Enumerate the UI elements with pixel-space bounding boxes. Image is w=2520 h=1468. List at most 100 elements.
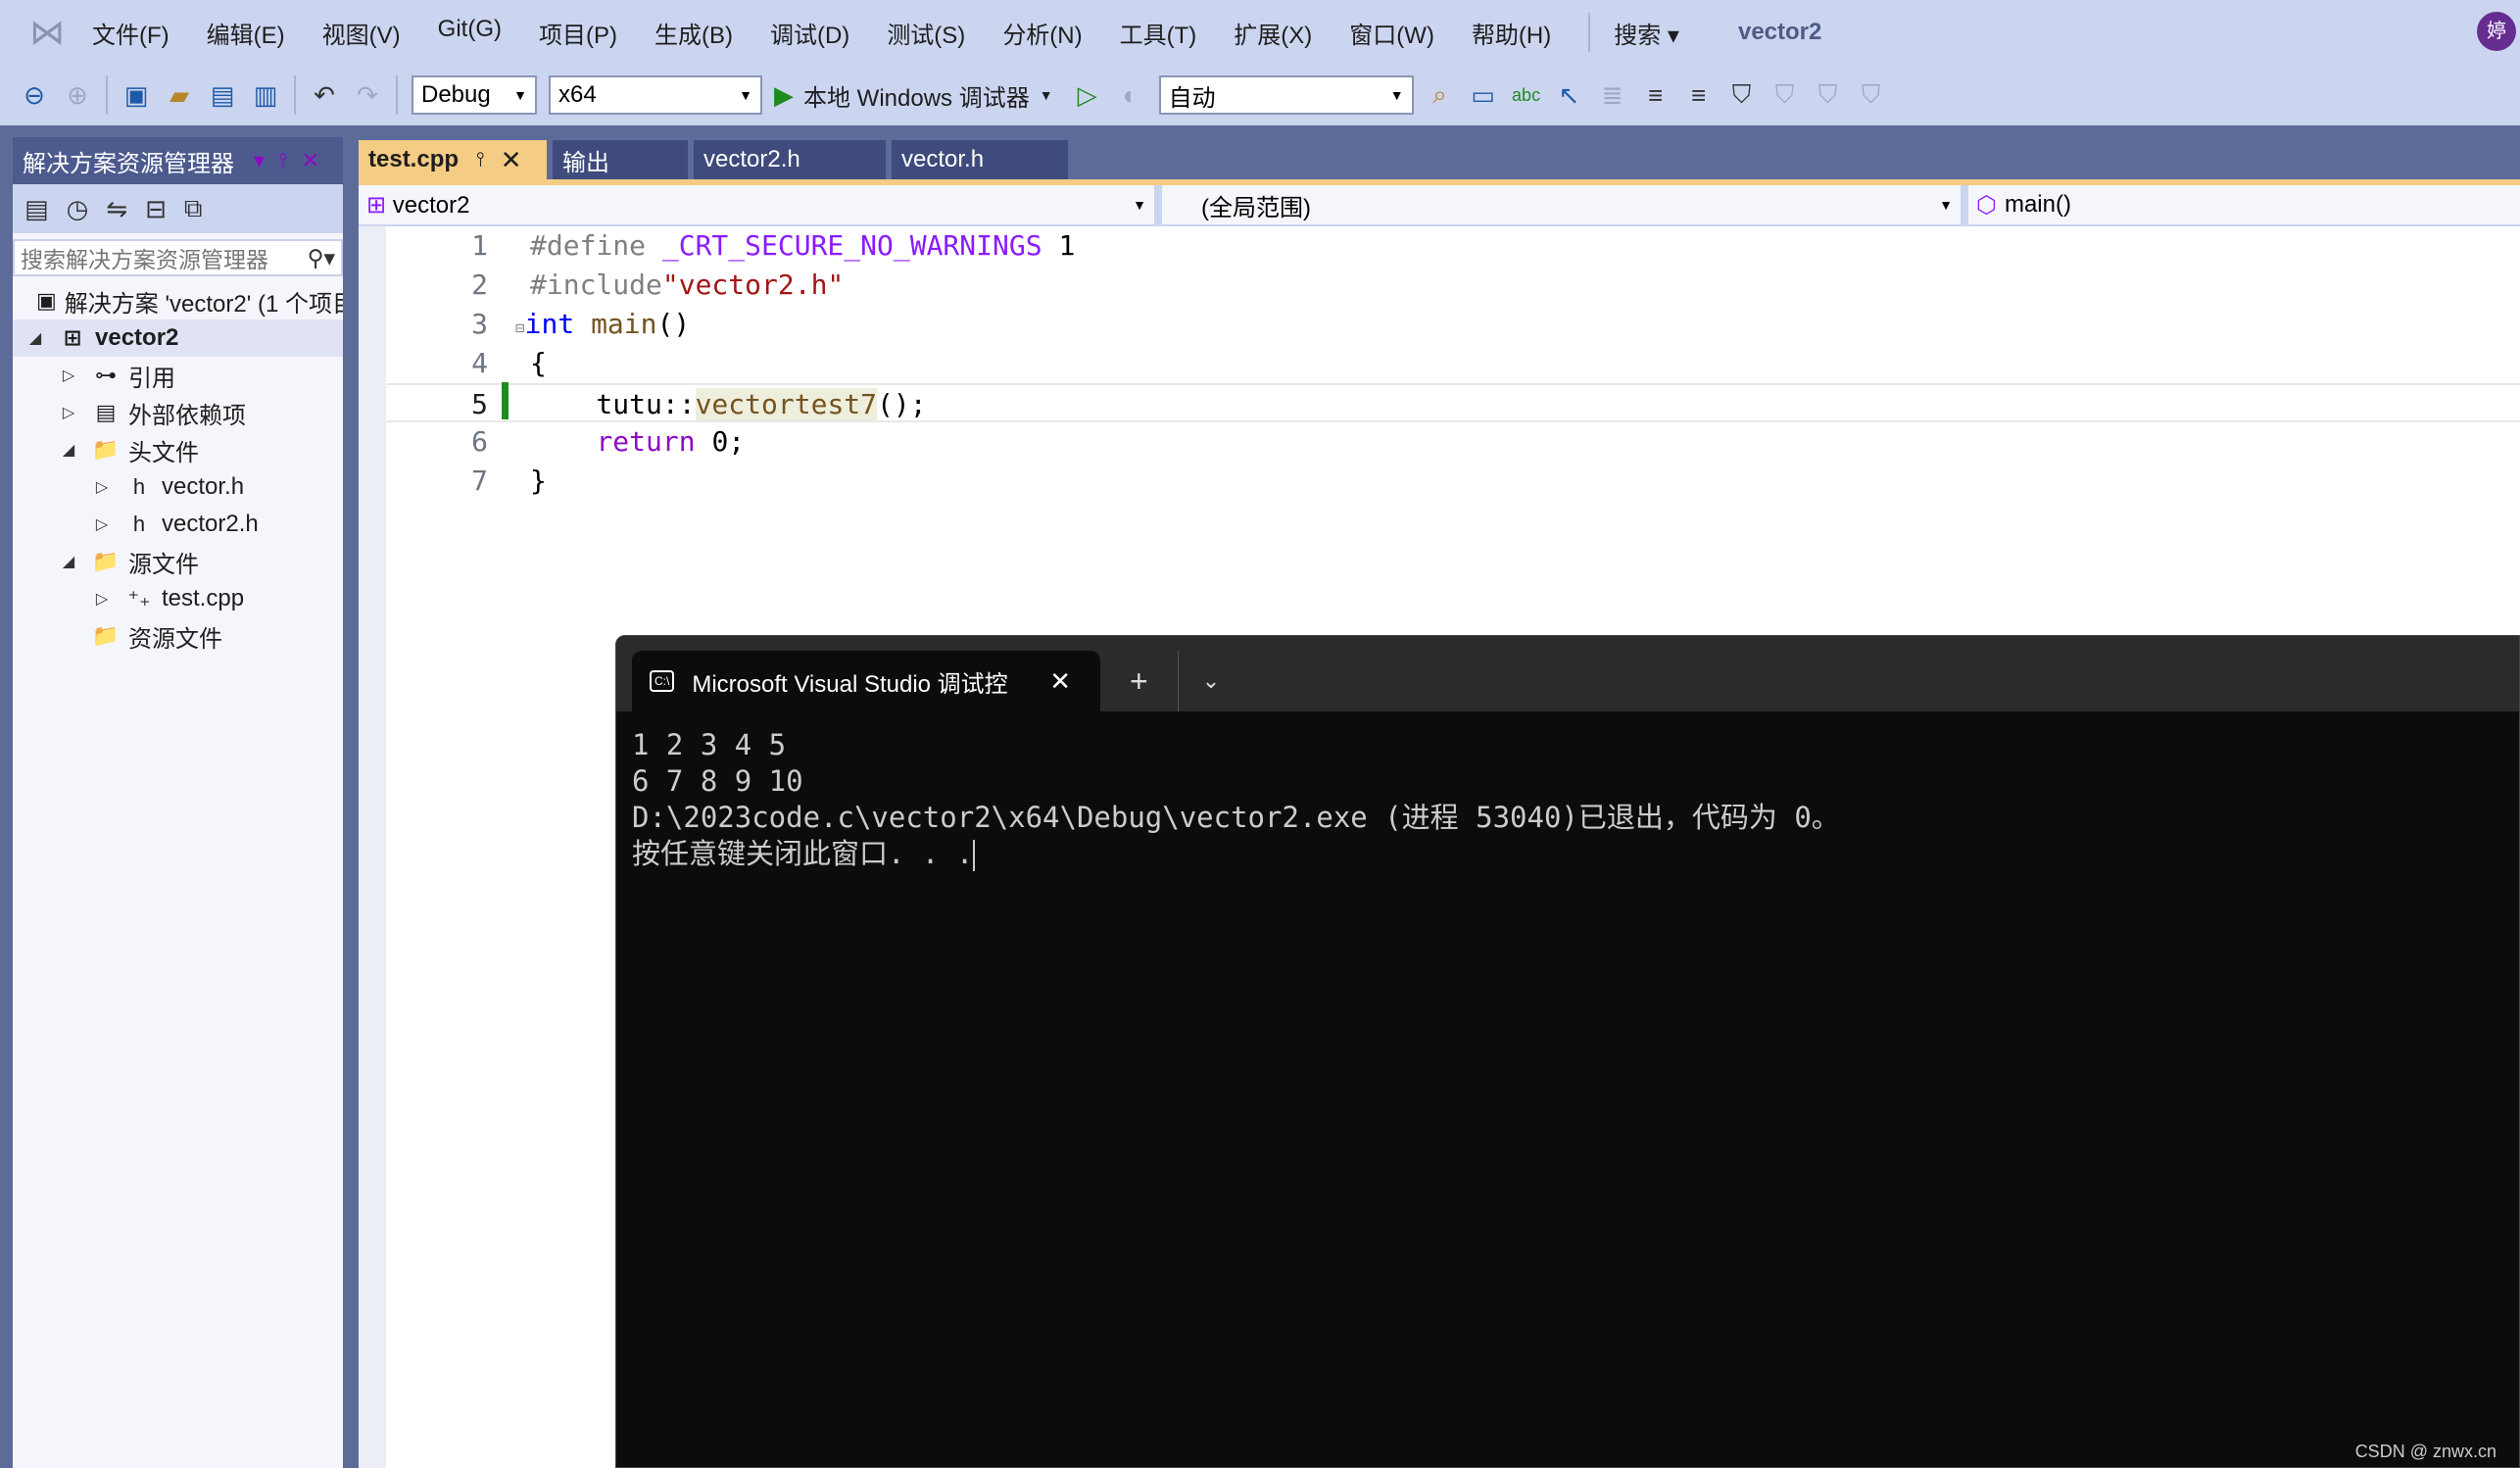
indent-icon[interactable]: ≡: [1641, 80, 1671, 111]
panel-controls-icon[interactable]: ▾⫯✕: [254, 148, 333, 173]
menu-item[interactable]: 分析(N): [1002, 16, 1082, 50]
menu-item[interactable]: 生成(B): [654, 16, 733, 50]
project-select[interactable]: ⊞ vector2 ▼: [359, 185, 1154, 224]
save-all-icon[interactable]: ▥: [251, 80, 280, 111]
tree-item[interactable]: ◢ 📁 头文件: [13, 431, 343, 468]
toolbar: ⊖ ⊕ ▣ ▰ ▤ ▥ ↶ ↷ Debug ▼ x64 ▼ ▶ 本地 Windows …: [0, 65, 2520, 125]
tree-item[interactable]: ▷ ▤ 外部依赖项: [13, 394, 343, 431]
search-button[interactable]: 搜索 ▾: [1614, 16, 1679, 50]
scope-select[interactable]: (全局范围) ▼: [1162, 185, 1961, 224]
debug-console-window[interactable]: C:\ Microsoft Visual Studio 调试控 ✕ + ⌄ 1 2 …: [615, 635, 2520, 1468]
code-line[interactable]: 6 return 0;: [386, 422, 2520, 462]
code-line[interactable]: 2 #include"vector2.h": [386, 266, 2520, 305]
next-bookmark-icon[interactable]: ⛉: [1814, 79, 1843, 111]
menu-item[interactable]: 调试(D): [770, 16, 849, 50]
menu-bar: ⋈ 文件(F) 编辑(E) 视图(V) Git(G) 项目(P) 生成(B) 调试(D) 测试…: [0, 0, 2520, 65]
clear-bookmarks-icon[interactable]: ⛉: [1857, 79, 1886, 111]
window-icon[interactable]: ▭: [1469, 80, 1498, 111]
start-debugging-button[interactable]: ▶ 本地 Windows 调试器 ▼: [774, 78, 1053, 113]
tree-node-icon: ▤: [95, 400, 117, 424]
tree-item[interactable]: ◢ ⊞ vector2: [13, 319, 343, 357]
tree-item[interactable]: ◢ 📁 源文件: [13, 543, 343, 580]
tree-item[interactable]: ▷ h vector2.h: [13, 506, 343, 543]
solution-search-input[interactable]: 搜索解决方案资源管理器 ⚲▾: [13, 239, 343, 276]
tab-vector2h[interactable]: vector2.h: [694, 140, 886, 179]
menu-item[interactable]: 测试(S): [887, 16, 965, 50]
find-in-files-icon[interactable]: ⌕: [1426, 79, 1455, 111]
auto-select[interactable]: 自动 ▼: [1158, 75, 1414, 115]
close-icon[interactable]: ✕: [501, 145, 522, 175]
tab-testcpp[interactable]: test.cpp ⫯ ✕: [359, 140, 547, 179]
pending-changes-icon[interactable]: ◷: [67, 194, 89, 224]
platform-select[interactable]: x64 ▼: [549, 75, 762, 115]
menu-item[interactable]: 帮助(H): [1472, 16, 1551, 50]
prev-bookmark-icon[interactable]: ⛉: [1770, 79, 1800, 111]
configuration-select[interactable]: Debug ▼: [412, 75, 537, 115]
expand-toggle-icon[interactable]: ◢: [58, 440, 79, 460]
code-line[interactable]: 4{: [386, 344, 2520, 383]
pointer-icon[interactable]: ↖: [1555, 80, 1584, 111]
expand-toggle-icon[interactable]: ◢: [24, 328, 46, 348]
save-icon[interactable]: ▤: [208, 80, 237, 111]
collapse-all-icon[interactable]: ⊟: [145, 194, 167, 224]
expand-toggle-icon[interactable]: ▷: [91, 477, 113, 497]
expand-toggle-icon[interactable]: ◢: [58, 552, 79, 571]
document-tabs: test.cpp ⫯ ✕ 输出 vector2.h vector.h: [359, 140, 1074, 179]
member-select[interactable]: ⬡ main(): [1968, 185, 2520, 224]
expand-toggle-icon[interactable]: ▷: [91, 514, 113, 534]
menu-item[interactable]: 扩展(X): [1234, 16, 1312, 50]
menu-item[interactable]: 项目(P): [539, 16, 617, 50]
tree-item[interactable]: ▣ 解决方案 'vector2' (1 个项目: [13, 282, 343, 319]
forward-icon[interactable]: ⊕: [63, 80, 92, 111]
tree-item[interactable]: ▷ ⁺₊ test.cpp: [13, 580, 343, 617]
undo-icon[interactable]: ↶: [310, 80, 339, 111]
pin-icon[interactable]: ⫯: [476, 149, 485, 171]
menu-item[interactable]: 窗口(W): [1349, 16, 1434, 50]
terminal-tab-bar: C:\ Microsoft Visual Studio 调试控 ✕ + ⌄: [616, 636, 2519, 711]
tree-node-icon: 📁: [92, 549, 120, 573]
tree-item[interactable]: ▷ ⊶ 引用: [13, 357, 343, 394]
menu-item[interactable]: Git(G): [438, 16, 502, 50]
chevron-down-icon[interactable]: ⌄: [1177, 651, 1220, 711]
new-project-icon[interactable]: ▣: [121, 80, 151, 111]
tab-[interactable]: 输出: [553, 140, 688, 179]
menu-item[interactable]: 文件(F): [92, 16, 170, 50]
tree-item[interactable]: 📁 资源文件: [13, 617, 343, 655]
outdent-icon[interactable]: ≡: [1684, 80, 1714, 111]
code-line[interactable]: 3 ⊟int main(): [386, 305, 2520, 344]
expand-toggle-icon[interactable]: ▷: [58, 366, 79, 385]
menu-item[interactable]: 视图(V): [322, 16, 401, 50]
hot-reload-icon[interactable]: ◐: [1116, 80, 1145, 111]
code-line[interactable]: 7}: [386, 462, 2520, 501]
open-folder-icon[interactable]: ▰: [165, 80, 194, 111]
solution-explorer-toolbar: ▤ ◷ ⇋ ⊟ ⧉: [13, 184, 343, 233]
play-icon: ▶: [774, 79, 794, 110]
expand-toggle-icon[interactable]: ▷: [91, 589, 113, 609]
new-tab-icon[interactable]: +: [1130, 651, 1148, 711]
comment-icon[interactable]: ≣: [1598, 80, 1627, 111]
code-line-current[interactable]: 5 tutu::vectortest7();: [386, 383, 2520, 422]
tree-node-icon: ⊞: [63, 325, 82, 350]
code-line[interactable]: 1 #define _CRT_SECURE_NO_WARNINGS 1: [386, 226, 2520, 266]
redo-icon[interactable]: ↷: [353, 80, 382, 111]
show-all-icon[interactable]: ⧉: [184, 193, 203, 224]
spell-check-icon[interactable]: abc: [1512, 85, 1541, 106]
tree-item[interactable]: ▷ h vector.h: [13, 468, 343, 506]
close-tab-icon[interactable]: ✕: [1049, 666, 1071, 697]
method-icon: ⬡: [1976, 191, 1997, 219]
bookmark-icon[interactable]: ⛉: [1727, 79, 1757, 111]
avatar[interactable]: 婷: [2477, 12, 2516, 51]
menu-item[interactable]: 编辑(E): [207, 16, 285, 50]
terminal-output[interactable]: 1 2 3 4 56 7 8 9 10 D:\2023code.c\vector2…: [616, 711, 2519, 872]
switch-views-icon[interactable]: ▤: [24, 194, 49, 224]
terminal-tab[interactable]: C:\ Microsoft Visual Studio 调试控 ✕: [632, 651, 1100, 711]
menu-item[interactable]: 工具(T): [1120, 16, 1197, 50]
expand-toggle-icon[interactable]: ▷: [58, 403, 79, 422]
tree-node-icon: ▣: [36, 288, 57, 313]
search-icon[interactable]: ⚲▾: [302, 245, 341, 271]
visual-studio-logo-icon[interactable]: ⋈: [24, 13, 71, 52]
tab-vectorh[interactable]: vector.h: [892, 140, 1068, 179]
start-without-debugging-icon[interactable]: ▷: [1073, 80, 1102, 111]
back-icon[interactable]: ⊖: [20, 80, 49, 111]
sync-icon[interactable]: ⇋: [106, 194, 127, 224]
